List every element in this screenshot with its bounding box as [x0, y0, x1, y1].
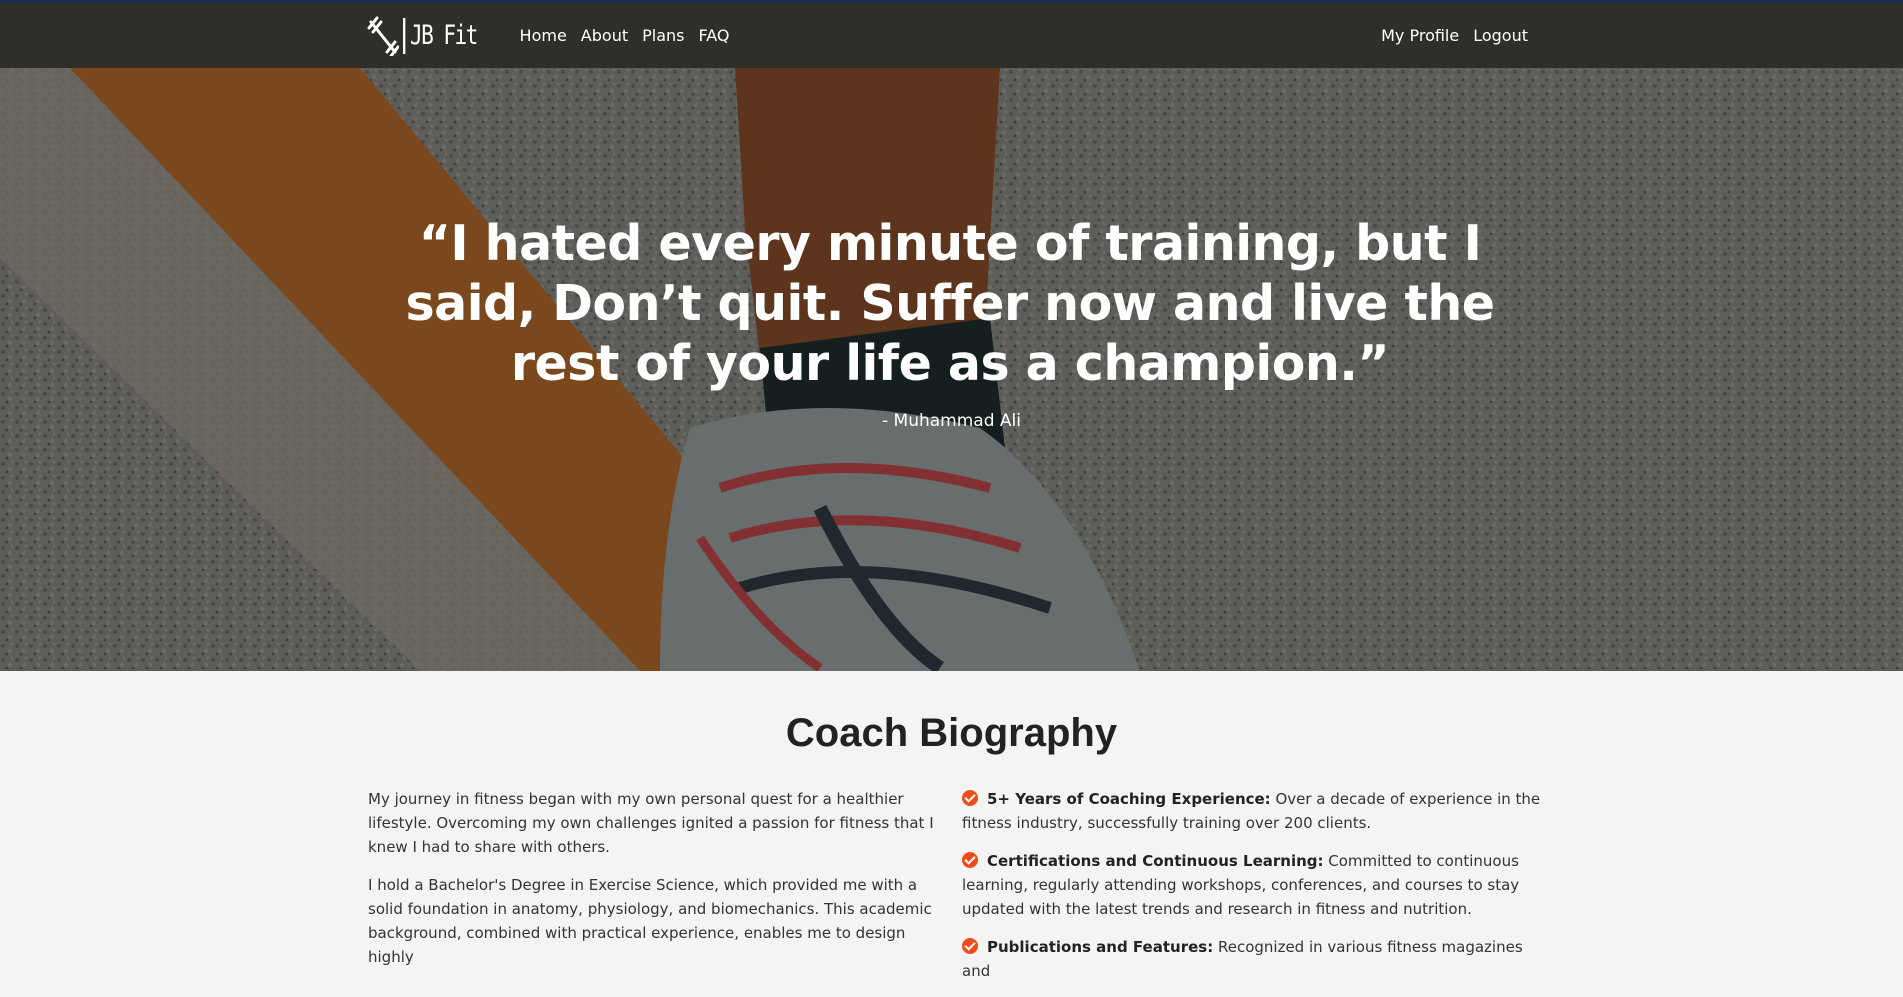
- highlight-item: Publications and Features: Recognized in…: [962, 935, 1542, 983]
- check-circle-icon: [962, 938, 978, 954]
- highlight-title: Publications and Features:: [987, 938, 1214, 956]
- nav-link-home[interactable]: Home: [520, 26, 567, 45]
- coach-biography-section: Coach Biography My journey in fitness be…: [0, 671, 1903, 980]
- bio-paragraph: My journey in fitness began with my own …: [368, 790, 934, 856]
- highlight-title: Certifications and Continuous Learning:: [987, 852, 1324, 870]
- hero-section: “I hated every minute of training, but I…: [0, 68, 1903, 671]
- section-title: Coach Biography: [785, 711, 1118, 755]
- highlight-title: 5+ Years of Coaching Experience:: [987, 790, 1271, 808]
- brand-logo[interactable]: JB Fit: [367, 14, 498, 58]
- nav-link-logout[interactable]: Logout: [1473, 26, 1528, 45]
- navbar-inner: JB Fit Home About Plans FAQ My Profile L…: [367, 3, 1528, 68]
- nav-links: Home About Plans FAQ: [520, 26, 730, 45]
- nav-link-faq[interactable]: FAQ: [698, 26, 729, 45]
- dumbbell-icon: [367, 16, 399, 56]
- nav-link-my-profile[interactable]: My Profile: [1381, 26, 1459, 45]
- nav-account-links: My Profile Logout: [1381, 26, 1528, 45]
- bio-paragraph: I hold a Bachelor's Degree in Exercise S…: [368, 876, 932, 966]
- brand-name: JB Fit: [403, 17, 478, 54]
- navbar: JB Fit Home About Plans FAQ My Profile L…: [0, 0, 1903, 68]
- nav-link-about[interactable]: About: [581, 26, 628, 45]
- highlight-item: Certifications and Continuous Learning: …: [962, 849, 1542, 921]
- hero-quote: “I hated every minute of training, but I…: [405, 215, 1495, 392]
- check-circle-icon: [962, 852, 978, 868]
- highlight-item: 5+ Years of Coaching Experience: Over a …: [962, 787, 1542, 835]
- hero-quote-author: - Muhammad Ali: [882, 411, 1021, 431]
- bio-highlights-column: 5+ Years of Coaching Experience: Over a …: [962, 787, 1542, 997]
- check-circle-icon: [962, 790, 978, 806]
- nav-link-plans[interactable]: Plans: [642, 26, 684, 45]
- bio-text-column: My journey in fitness began with my own …: [368, 787, 943, 983]
